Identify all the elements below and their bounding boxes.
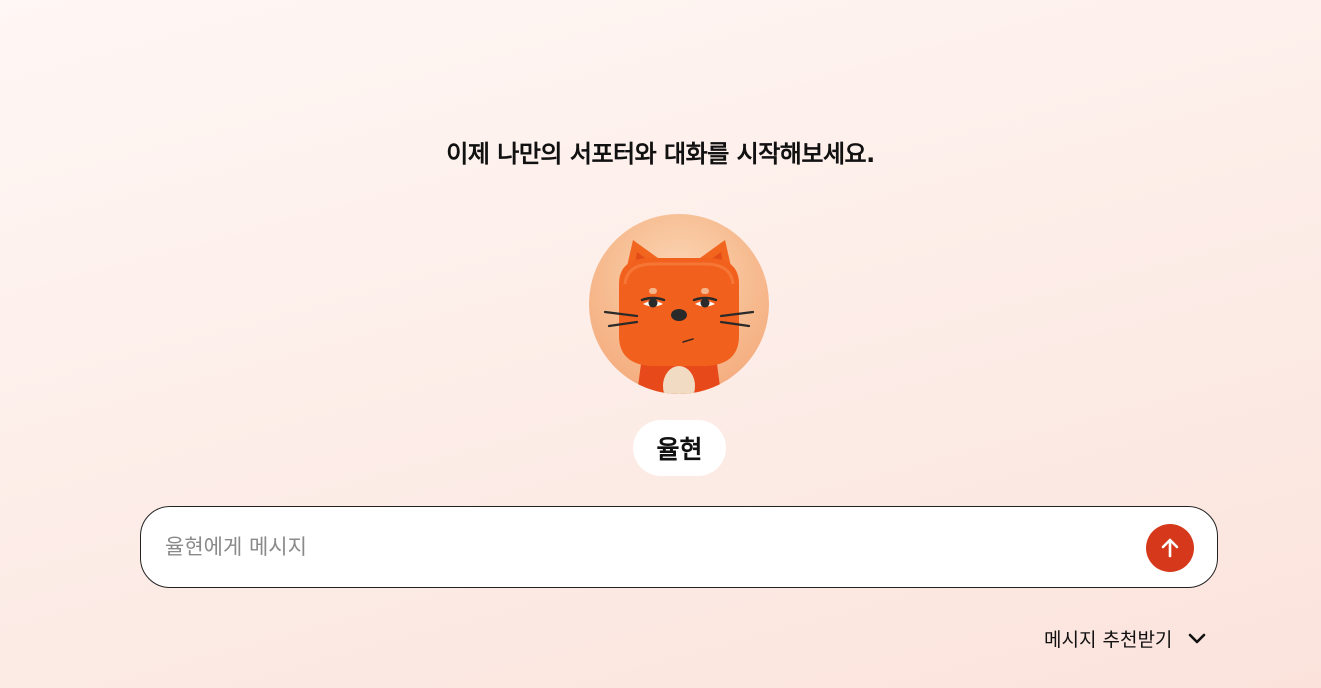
message-composer (140, 506, 1218, 588)
message-input[interactable] (165, 507, 1125, 587)
chevron-down-icon (1189, 633, 1206, 644)
supporter-name-badge: 율현 (633, 420, 726, 476)
orange-cat-avatar-icon (603, 240, 755, 394)
recommend-messages-toggle[interactable]: 메시지 추천받기 (1044, 620, 1208, 656)
supporter-avatar (589, 214, 769, 394)
send-button[interactable] (1146, 524, 1194, 572)
recommend-label: 메시지 추천받기 (1044, 628, 1173, 651)
page-title: 이제 나만의 서포터와 대화를 시작해보세요. (446, 140, 875, 168)
supporter-name: 율현 (656, 435, 703, 464)
arrow-up-icon (1161, 538, 1179, 558)
